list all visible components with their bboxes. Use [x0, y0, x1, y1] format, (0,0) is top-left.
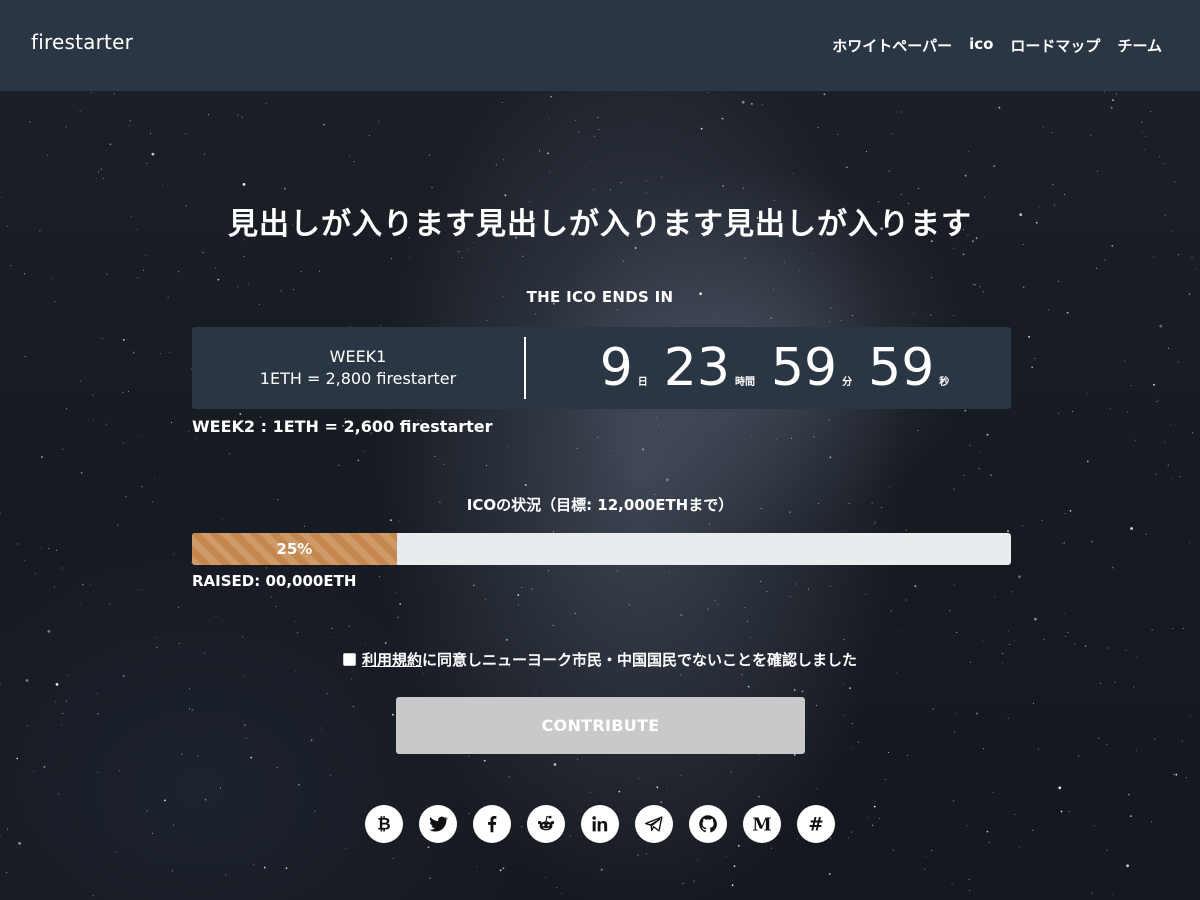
countdown-hours: 23 — [663, 338, 730, 398]
days-unit: 日 — [637, 377, 648, 388]
countdown-seconds: 59 — [868, 338, 935, 398]
countdown-minutes: 59 — [770, 338, 838, 398]
ico-status-label: ICOの状況（目標: 12,000ETHまで） — [466, 496, 734, 514]
hero-section: 見出しが入ります見出しが入ります見出しが入ります THE ICO ENDS IN… — [0, 91, 1200, 900]
terms-agreement: 利用規約 に同意しニューヨーク市民・中国国民でないことを確認しました — [0, 649, 1200, 670]
minutes-unit: 分 — [842, 377, 853, 388]
ico-ends-label: THE ICO ENDS IN — [526, 288, 674, 306]
progress-percent-label: 25% — [276, 540, 313, 558]
hours-unit: 時間 — [734, 377, 755, 388]
page-headline: 見出しが入ります見出しが入ります見出しが入ります — [228, 207, 972, 242]
telegram-icon[interactable] — [635, 805, 673, 843]
top-header: firestarter ホワイトペーパー ico ロードマップ チーム — [0, 0, 1200, 91]
ico-progress-bar: 25% — [192, 533, 1011, 565]
countdown-panel: WEEK1 1ETH = 2,800 firestarter 9 日 23 時間… — [192, 327, 1011, 409]
social-links: ₿ M # — [0, 805, 1200, 843]
week1-title: WEEK1 — [329, 347, 387, 366]
nav-item-ico[interactable]: ico — [969, 35, 993, 56]
terms-checkbox[interactable] — [342, 653, 356, 666]
svg-text:M: M — [752, 815, 771, 835]
facebook-icon[interactable] — [473, 805, 511, 843]
svg-text:₿: ₿ — [377, 815, 390, 834]
countdown-timer: 9 日 23 時間 59 分 59 秒 — [526, 338, 1011, 398]
svg-text:#: # — [808, 814, 823, 835]
progress-fill: 25% — [192, 533, 397, 565]
countdown-days: 9 — [599, 338, 633, 398]
raised-amount: RAISED: 00,000ETH — [192, 572, 357, 590]
reddit-icon[interactable] — [527, 805, 565, 843]
contribute-button[interactable]: CONTRIBUTE — [396, 697, 805, 754]
medium-icon[interactable]: M — [743, 805, 781, 843]
bitcoin-icon[interactable]: ₿ — [365, 805, 403, 843]
twitter-icon[interactable] — [419, 805, 457, 843]
linkedin-icon[interactable] — [581, 805, 619, 843]
terms-link[interactable]: 利用規約 — [362, 649, 422, 670]
slack-icon[interactable]: # — [797, 805, 835, 843]
github-icon[interactable] — [689, 805, 727, 843]
seconds-unit: 秒 — [939, 377, 950, 388]
terms-agreement-text: に同意しニューヨーク市民・中国国民でないことを確認しました — [422, 651, 858, 669]
brand-logo[interactable]: firestarter — [31, 30, 133, 54]
week1-rate: 1ETH = 2,800 firestarter — [259, 369, 457, 388]
week2-rate: WEEK2 : 1ETH = 2,600 firestarter — [192, 417, 493, 436]
main-nav: ホワイトペーパー ico ロードマップ チーム — [832, 35, 1162, 56]
nav-item-team[interactable]: チーム — [1117, 35, 1162, 56]
nav-item-roadmap[interactable]: ロードマップ — [1010, 35, 1100, 56]
week1-info: WEEK1 1ETH = 2,800 firestarter — [192, 346, 524, 390]
nav-item-whitepaper[interactable]: ホワイトペーパー — [832, 35, 952, 56]
